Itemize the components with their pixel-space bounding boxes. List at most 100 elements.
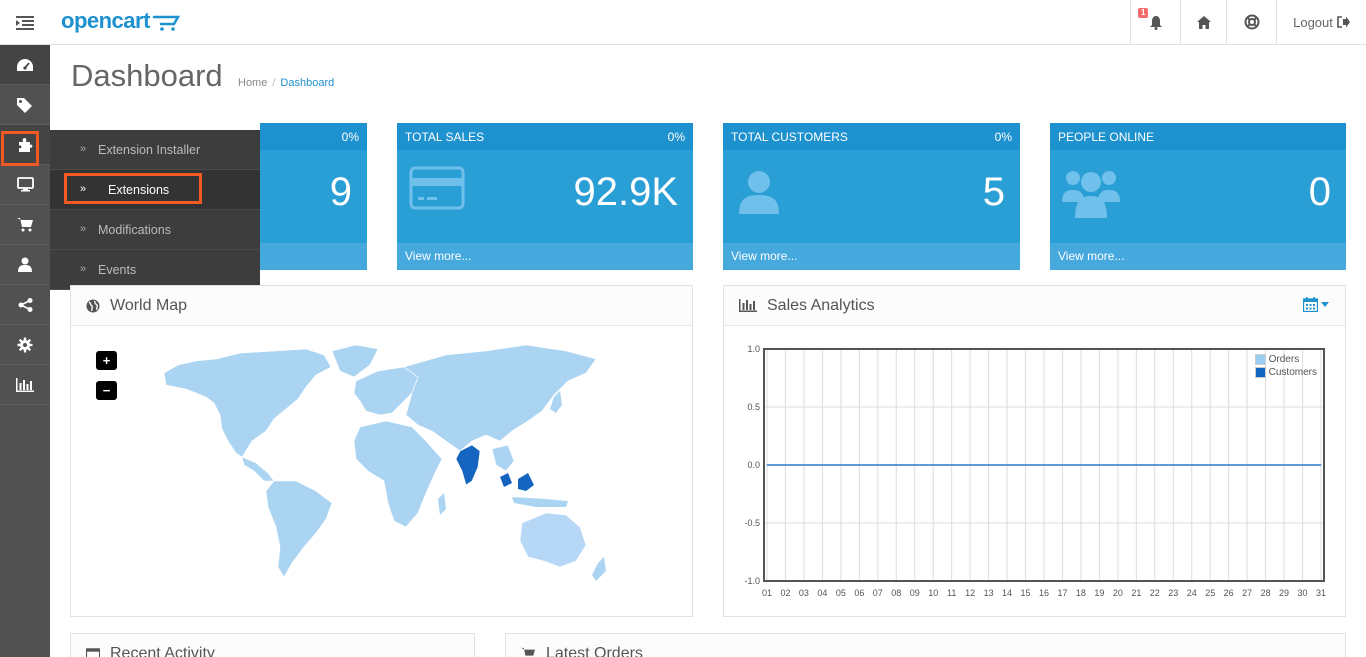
map-africa <box>353 420 443 528</box>
recent-activity-panel: Recent Activity <box>70 633 475 657</box>
caret-down-icon <box>1321 302 1329 307</box>
opencart-logo[interactable]: opencart <box>61 8 182 34</box>
desktop-icon <box>16 177 34 192</box>
sidebar-item-catalog[interactable] <box>0 85 50 125</box>
x-tick-label: 13 <box>984 588 994 598</box>
home-button[interactable] <box>1180 0 1226 44</box>
sales-analytics-panel: Sales Analytics 1.0 0.5 0.0 -0.5 -1.0 01 02 03 0… <box>723 285 1346 617</box>
x-tick-label: 18 <box>1076 588 1086 598</box>
double-chevron-icon: » <box>80 143 87 155</box>
logout-label: Logout <box>1293 14 1333 30</box>
x-tick-label: 08 <box>891 588 901 598</box>
sidebar-item-marketing[interactable] <box>0 285 50 325</box>
breadcrumb-dashboard[interactable]: Dashboard <box>280 77 334 89</box>
y-tick-label: -0.5 <box>744 518 760 528</box>
credit-card-icon <box>409 166 465 210</box>
tile-percent: 0% <box>994 129 1012 144</box>
x-tick-label: 05 <box>836 588 846 598</box>
menu-indent-icon <box>16 15 34 30</box>
tags-icon <box>17 97 32 113</box>
legend-customers-label: Customers <box>1268 367 1317 378</box>
cart-logo-icon <box>152 15 181 31</box>
x-tick-label: 14 <box>1002 588 1012 598</box>
x-tick-label: 02 <box>780 588 790 598</box>
tile-view-more[interactable]: View more... <box>1050 243 1346 270</box>
tile-total-sales: TOTAL SALES 0% 92.9K View more... <box>397 123 693 270</box>
x-tick-label: 15 <box>1021 588 1031 598</box>
sidebar-item-dashboard[interactable] <box>0 45 50 85</box>
users-icon <box>1062 171 1120 218</box>
map-southeast-asia <box>491 444 515 472</box>
map-greenland <box>331 344 379 378</box>
legend-orders-swatch <box>1254 354 1266 365</box>
x-tick-label: 31 <box>1316 588 1326 598</box>
x-tick-label: 28 <box>1261 588 1271 598</box>
world-map[interactable] <box>156 341 626 591</box>
calendar-dropdown-button[interactable] <box>1303 297 1329 312</box>
sidebar-item-system[interactable] <box>0 325 50 365</box>
y-tick-label: -1.0 <box>744 576 760 586</box>
tile-value: 92.9K <box>573 170 678 214</box>
sidebar-item-sales[interactable] <box>0 205 50 245</box>
map-borneo <box>518 473 534 491</box>
tile-value: 5 <box>982 170 1005 214</box>
submenu-item-events[interactable]: » Events <box>50 250 260 290</box>
x-tick-label: 29 <box>1279 588 1289 598</box>
x-tick-label: 23 <box>1168 588 1178 598</box>
logout-button[interactable]: Logout <box>1276 0 1366 44</box>
sales-chart: 1.0 0.5 0.0 -0.5 -1.001 02 03 04 05 06 07 08 09 10 11 1… <box>744 344 1326 598</box>
panel-title: World Map <box>110 296 188 314</box>
double-chevron-icon: » <box>80 223 87 235</box>
latest-orders-panel: Latest Orders <box>505 633 1346 657</box>
submenu-item-extension-installer[interactable]: » Extension Installer <box>50 130 260 170</box>
sidebar-item-reports[interactable] <box>0 365 50 405</box>
x-tick-label: 16 <box>1039 588 1049 598</box>
map-new-zealand <box>592 557 606 581</box>
tile-view-more[interactable]: View more... <box>397 243 693 270</box>
tile-value: 0 <box>1308 170 1331 214</box>
x-tick-label: 17 <box>1057 588 1067 598</box>
sidebar-item-design[interactable] <box>0 165 50 205</box>
bar-chart-icon <box>739 299 757 312</box>
y-tick-label: 1.0 <box>747 344 760 354</box>
share-icon <box>18 297 32 312</box>
map-malaysia <box>500 473 512 487</box>
chart-legend: Orders Customers <box>1254 353 1317 379</box>
support-button[interactable] <box>1226 0 1276 44</box>
map-indonesia <box>512 497 568 507</box>
map-asia <box>403 344 597 452</box>
life-ring-icon <box>1244 14 1259 30</box>
top-header: opencart 1 Logout <box>0 0 1366 45</box>
world-map-panel: World Map + − <box>70 285 693 617</box>
x-tick-label: 04 <box>817 588 827 598</box>
panel-title: Sales Analytics <box>767 296 875 314</box>
menu-toggle-button[interactable] <box>0 0 50 45</box>
user-icon <box>18 257 32 272</box>
bar-chart-icon <box>16 377 34 392</box>
submenu-item-modifications[interactable]: » Modifications <box>50 210 260 250</box>
extensions-submenu: » Extension Installer » Extensions » Mod… <box>50 130 260 290</box>
double-chevron-icon: » <box>80 263 87 275</box>
bell-icon <box>1149 15 1162 30</box>
y-tick-label: 0.5 <box>747 402 760 412</box>
y-tick-label: 0.0 <box>747 460 760 470</box>
x-tick-label: 09 <box>910 588 920 598</box>
globe-icon <box>86 299 100 312</box>
x-tick-label: 27 <box>1242 588 1252 598</box>
tile-value: 9 <box>329 170 352 214</box>
tile-percent: 0% <box>341 129 359 144</box>
map-central-america <box>241 456 275 482</box>
tile-view-more[interactable]: View more... <box>723 243 1020 270</box>
x-tick-label: 20 <box>1113 588 1123 598</box>
tile-title: TOTAL SALES <box>405 129 485 144</box>
notification-badge: 1 <box>1138 8 1149 18</box>
map-zoom-out-button[interactable]: − <box>96 381 117 400</box>
tile-total-customers: TOTAL CUSTOMERS 0% 5 View more... <box>723 123 1020 270</box>
map-zoom-in-button[interactable]: + <box>96 351 117 370</box>
tile-view-more[interactable] <box>260 243 367 270</box>
map-south-america <box>265 480 333 578</box>
x-tick-label: 25 <box>1205 588 1215 598</box>
breadcrumb-home[interactable]: Home <box>238 77 267 89</box>
sidebar-item-customers[interactable] <box>0 245 50 285</box>
notifications-button[interactable]: 1 <box>1130 0 1180 44</box>
